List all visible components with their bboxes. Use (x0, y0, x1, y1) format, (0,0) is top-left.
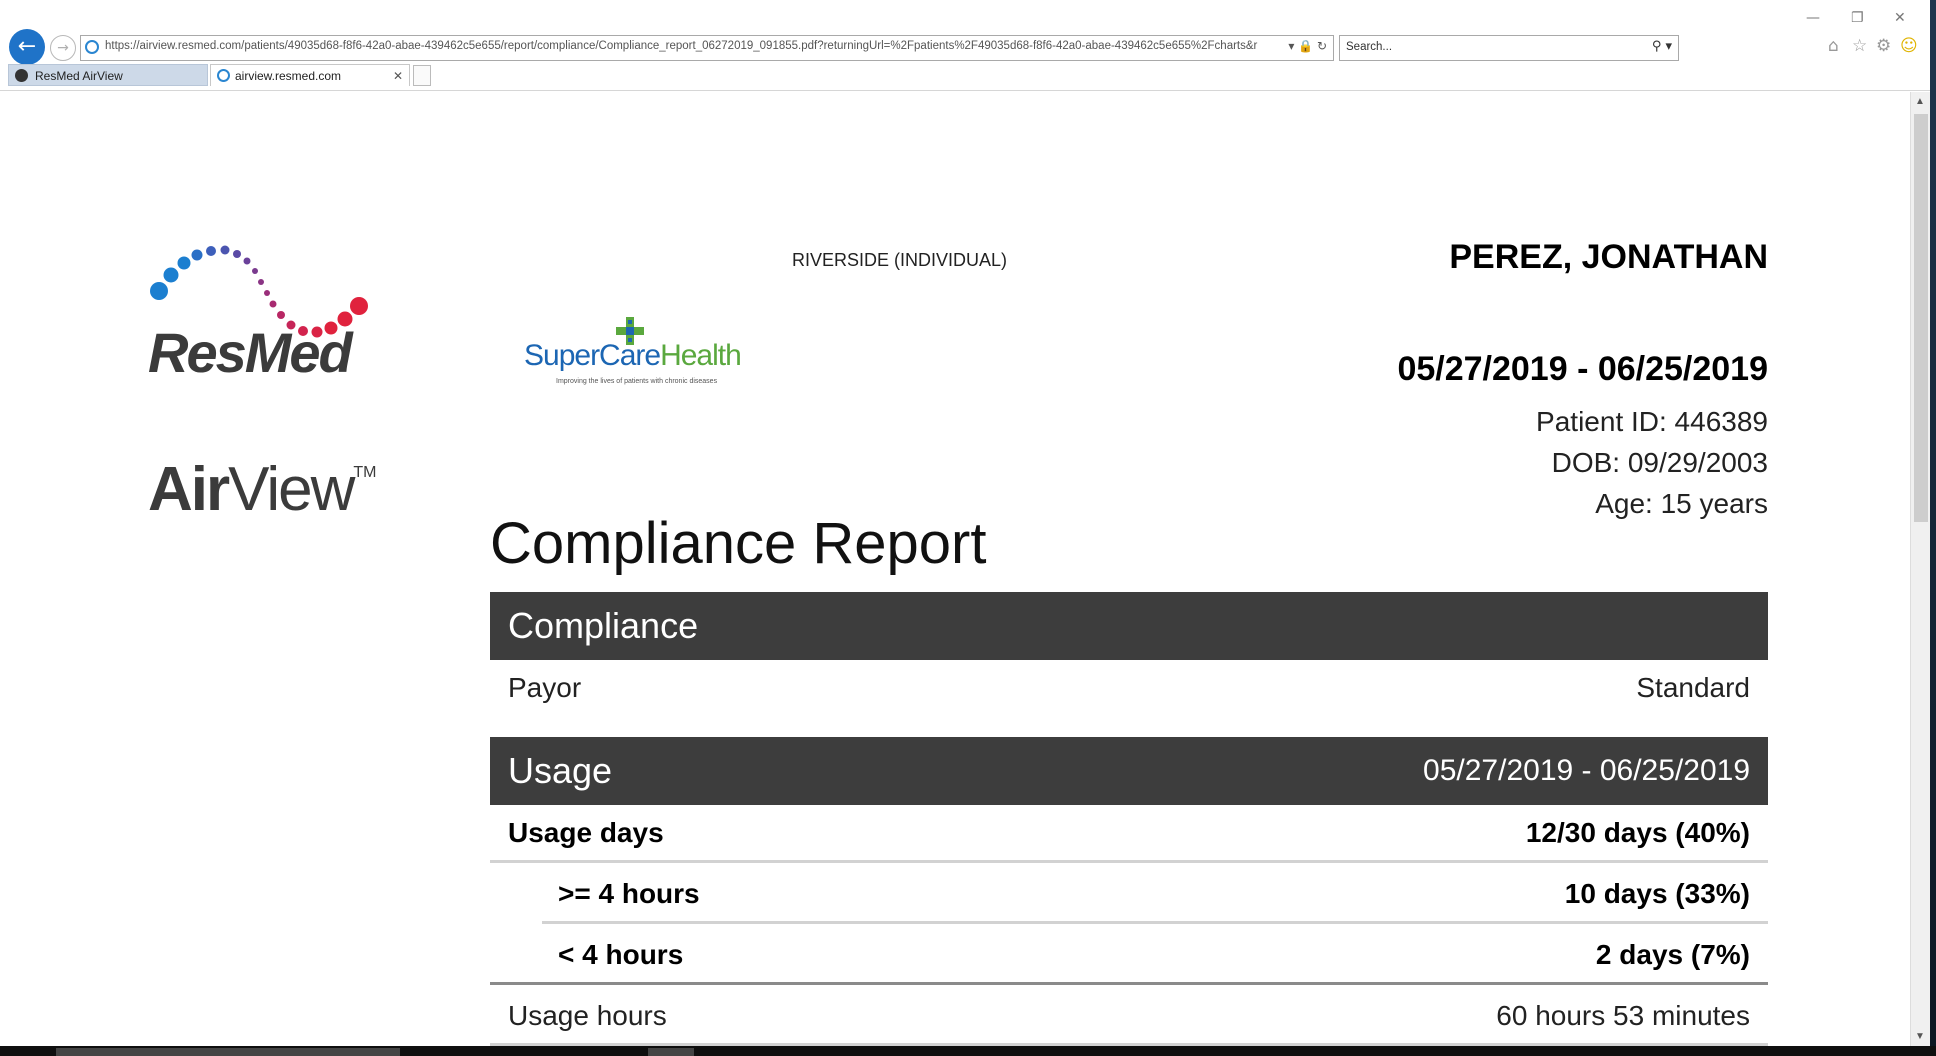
usage-days-label: Usage days (508, 817, 664, 848)
location-label: RIVERSIDE (INDIVIDUAL) (792, 250, 1008, 270)
close-tab-icon[interactable]: ✕ (393, 65, 403, 87)
taskbar-item[interactable] (648, 1048, 694, 1056)
patient-dob: DOB: 09/29/2003 (1551, 447, 1768, 478)
address-bar[interactable]: https://airview.resmed.com/patients/4903… (80, 35, 1334, 61)
supercare-part-a: SuperCare (524, 339, 661, 372)
over-4-hours-label: >= 4 hours (558, 878, 700, 909)
new-tab-button[interactable] (413, 65, 431, 86)
row-divider (542, 921, 1768, 924)
logo-dot (264, 290, 270, 296)
favorites-star-icon[interactable]: ☆ (1852, 36, 1867, 56)
usage-heading: Usage (508, 750, 613, 791)
settings-gear-icon[interactable]: ⚙ (1876, 36, 1891, 56)
tab-label: airview.resmed.com (235, 69, 342, 83)
supercare-part-b: Health (660, 339, 742, 372)
logo-dot (252, 268, 258, 274)
address-url[interactable]: https://airview.resmed.com/patients/4903… (105, 40, 1285, 52)
search-placeholder[interactable]: Search... (1346, 41, 1392, 53)
minimize-icon[interactable]: — (1806, 10, 1820, 26)
close-window-icon[interactable]: ✕ (1894, 10, 1906, 26)
tab-resmed-airview[interactable]: ResMed AirView (8, 64, 208, 86)
back-button[interactable]: ← (9, 29, 45, 65)
patient-id: Patient ID: 446389 (1536, 406, 1768, 437)
logo-dot (150, 282, 168, 300)
pdf-page: ResMed AirViewTM RIVERSIDE (INDIVIDUAL) … (0, 92, 1908, 1046)
payor-label: Payor (508, 672, 582, 703)
patient-name: PEREZ, JONATHAN (1449, 238, 1768, 276)
usage-hours-label: Usage hours (508, 1000, 667, 1031)
vertical-scrollbar[interactable]: ▲ ▼ (1910, 92, 1931, 1046)
logo-dot (233, 250, 241, 258)
resmed-wordmark: ResMed (148, 321, 353, 384)
usage-days-row: Usage days 12/30 days (40%) (490, 805, 1768, 865)
usage-section-header: Usage 05/27/2019 - 06/25/2019 (490, 737, 1768, 805)
browser-window: ← → https://airview.resmed.com/patients/… (0, 0, 1936, 1046)
logo-dot (269, 300, 277, 308)
usage-hours-value: 60 hours 53 minutes (1496, 1000, 1750, 1031)
lock-refresh-icon[interactable]: ▾ 🔒 ↻ (1288, 39, 1327, 53)
logo-dot (350, 297, 368, 315)
payor-value: Standard (1636, 672, 1750, 703)
browser-chrome: ← → https://airview.resmed.com/patients/… (0, 0, 1936, 91)
row-divider (490, 982, 1768, 985)
restore-icon[interactable]: ❐ (1851, 10, 1864, 26)
airview-rest: View (228, 455, 355, 524)
over-4-hours-row: >= 4 hours 10 days (33%) (490, 866, 1768, 926)
logo-dot (163, 267, 179, 283)
usage-range: 05/27/2019 - 06/25/2019 (1423, 754, 1750, 787)
trademark-mark: TM (353, 464, 377, 481)
search-box[interactable]: Search... ⚲ ▾ (1339, 35, 1679, 61)
report-title: Compliance Report (490, 511, 987, 576)
under-4-hours-label: < 4 hours (558, 939, 684, 970)
tab-airview-resmed[interactable]: airview.resmed.com ✕ (210, 64, 410, 86)
logo-dot (206, 246, 216, 256)
scroll-thumb[interactable] (1914, 114, 1928, 522)
supercare-health-logo: SuperCareHealth Improving the lives of p… (520, 317, 750, 397)
home-icon[interactable]: ⌂ (1828, 36, 1839, 56)
site-icon (85, 40, 99, 54)
logo-dot (191, 249, 203, 261)
usage-days-value: 12/30 days (40%) (1525, 817, 1750, 848)
search-icon[interactable]: ⚲ ▾ (1652, 39, 1672, 54)
supercare-tagline: Improving the lives of patients with chr… (556, 378, 718, 385)
over-4-hours-value: 10 days (33%) (1564, 878, 1750, 909)
logo-dot (177, 256, 191, 270)
smiley-feedback-icon[interactable]: ☺ (1900, 36, 1918, 56)
tab-label: ResMed AirView (35, 69, 123, 83)
scroll-up-icon[interactable]: ▲ (1915, 96, 1925, 107)
logo-dot (258, 279, 264, 285)
airview-bold: Air (148, 455, 230, 524)
under-4-hours-value: 2 days (7%) (1595, 939, 1750, 970)
forward-button[interactable]: → (50, 35, 76, 61)
scroll-down-icon[interactable]: ▼ (1915, 1031, 1925, 1042)
compliance-section-header: Compliance (490, 592, 1768, 660)
desktop-background (1930, 0, 1936, 1056)
tab-favicon (217, 69, 230, 82)
under-4-hours-row: < 4 hours 2 days (7%) (490, 927, 1768, 987)
logo-dot (277, 311, 285, 319)
supercare-wordmark: SuperCareHealth (524, 339, 742, 373)
logo-dot (220, 245, 230, 255)
tab-favicon (15, 69, 28, 82)
usage-hours-row: Usage hours 60 hours 53 minutes (490, 988, 1768, 1046)
taskbar (0, 1046, 1936, 1056)
compliance-heading: Compliance (508, 605, 699, 646)
patient-age: Age: 15 years (1595, 488, 1768, 519)
report-date-range: 05/27/2019 - 06/25/2019 (1397, 350, 1768, 388)
logo-dot (243, 257, 251, 265)
payor-row: Payor Standard (490, 660, 1768, 720)
row-divider (490, 860, 1768, 863)
taskbar-item[interactable] (56, 1048, 400, 1056)
airview-wordmark: AirViewTM (148, 454, 377, 525)
